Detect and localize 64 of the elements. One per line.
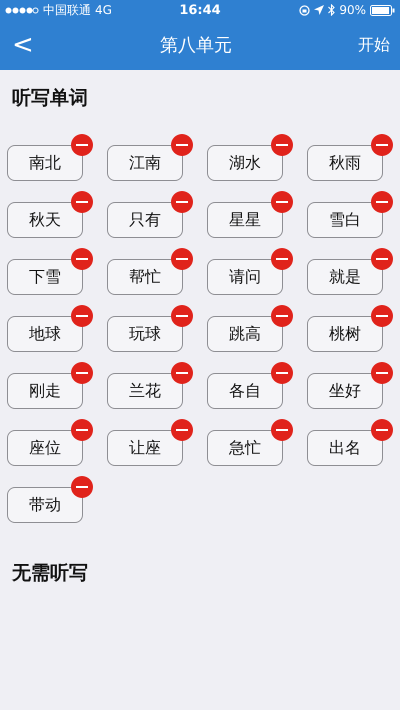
start-button[interactable]: 开始	[358, 34, 390, 56]
word-chip[interactable]: 帮忙	[107, 259, 183, 295]
word-chip[interactable]: 急忙	[207, 430, 283, 466]
word-chip[interactable]: 江南	[107, 145, 183, 181]
remove-button[interactable]	[171, 191, 193, 213]
section-title: 听写单词	[12, 86, 89, 110]
remove-button[interactable]	[71, 305, 93, 327]
battery-icon	[370, 4, 396, 16]
remove-button[interactable]	[71, 362, 93, 384]
remove-button[interactable]	[271, 134, 293, 156]
clock-time: 16:44	[179, 2, 221, 18]
word-chip[interactable]: 只有	[107, 202, 183, 238]
remove-button[interactable]	[271, 248, 293, 270]
bluetooth-icon	[328, 4, 336, 16]
word-chip[interactable]: 坐好	[307, 373, 383, 409]
remove-button[interactable]	[171, 134, 193, 156]
word-chip[interactable]: 跳高	[207, 316, 283, 352]
signal-icon	[5, 6, 39, 14]
word-chip[interactable]: 出名	[307, 430, 383, 466]
remove-button[interactable]	[71, 134, 93, 156]
remove-button[interactable]	[271, 419, 293, 441]
remove-button[interactable]	[271, 305, 293, 327]
remove-button[interactable]	[371, 419, 393, 441]
remove-button[interactable]	[371, 305, 393, 327]
page-title: 第八单元	[160, 34, 232, 57]
word-chip[interactable]: 星星	[207, 202, 283, 238]
word-chip[interactable]: 秋天	[7, 202, 83, 238]
remove-button[interactable]	[271, 362, 293, 384]
word-chip[interactable]: 下雪	[7, 259, 83, 295]
rotation-lock-icon	[299, 4, 310, 16]
remove-button[interactable]	[271, 191, 293, 213]
remove-button[interactable]	[71, 476, 93, 498]
battery-percent: 90%	[339, 3, 366, 17]
word-chip[interactable]: 座位	[7, 430, 83, 466]
word-chip[interactable]: 请问	[207, 259, 283, 295]
remove-button[interactable]	[171, 305, 193, 327]
word-chip[interactable]: 雪白	[307, 202, 383, 238]
remove-button[interactable]	[71, 248, 93, 270]
word-chip[interactable]: 南北	[7, 145, 83, 181]
network-type: 4G	[95, 3, 112, 17]
remove-button[interactable]	[371, 134, 393, 156]
remove-button[interactable]	[171, 362, 193, 384]
remove-button[interactable]	[171, 419, 193, 441]
carrier-name: 中国联通	[43, 2, 91, 18]
word-chip[interactable]: 玩球	[107, 316, 183, 352]
word-chip[interactable]: 兰花	[107, 373, 183, 409]
word-chip[interactable]: 带动	[7, 487, 83, 523]
remove-button[interactable]	[371, 191, 393, 213]
word-chip[interactable]: 刚走	[7, 373, 83, 409]
remove-button[interactable]	[371, 362, 393, 384]
word-chip[interactable]: 秋雨	[307, 145, 383, 181]
section-title: 无需听写	[12, 561, 89, 585]
remove-button[interactable]	[171, 248, 193, 270]
word-chip[interactable]: 桃树	[307, 316, 383, 352]
remove-button[interactable]	[71, 191, 93, 213]
word-chip[interactable]: 就是	[307, 259, 383, 295]
location-icon	[314, 5, 324, 15]
word-chip[interactable]: 各自	[207, 373, 283, 409]
word-chip[interactable]: 地球	[7, 316, 83, 352]
remove-button[interactable]	[371, 248, 393, 270]
word-chip[interactable]: 让座	[107, 430, 183, 466]
word-chip[interactable]: 湖水	[207, 145, 283, 181]
back-button[interactable]: <	[12, 30, 34, 60]
remove-button[interactable]	[71, 419, 93, 441]
